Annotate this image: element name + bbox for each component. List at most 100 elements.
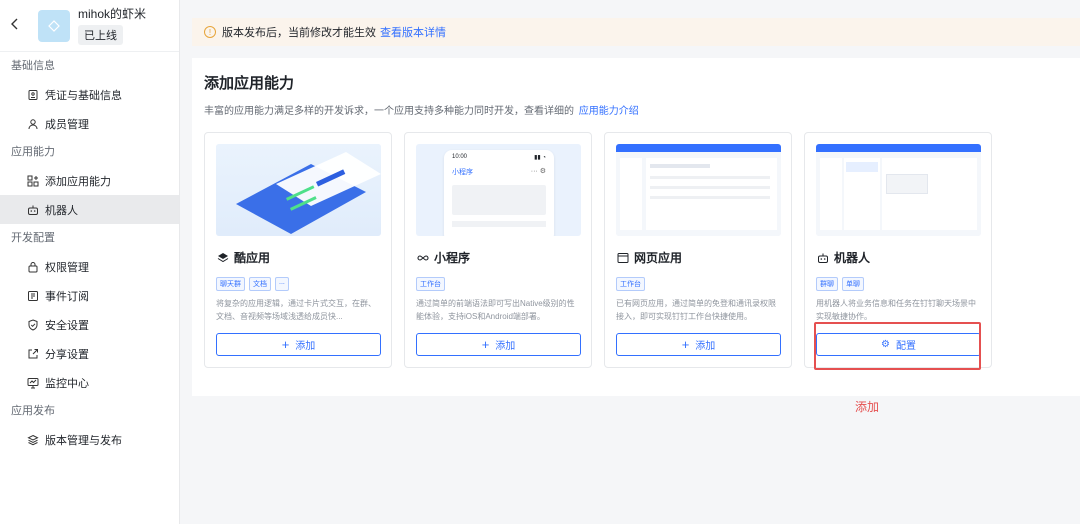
- annotation-text: 添加: [855, 400, 880, 414]
- card-thumbnail: 10:00 ▮▮ ◔ 小程序 ··· ⚙: [416, 144, 581, 236]
- main-content: ! 版本发布后，当前修改才能生效 查看版本详情 添加应用能力 丰富的应用能力满足…: [180, 0, 1080, 524]
- sidebar-item-label: 添加应用能力: [45, 175, 111, 188]
- tag: ...: [275, 277, 289, 291]
- chevron-left-icon: [11, 18, 18, 29]
- card-tags: 聊天群 文档 ...: [216, 277, 289, 291]
- sidebar-item-monitor[interactable]: 监控中心: [0, 368, 179, 397]
- signal-icon: ▮▮ ◔: [534, 155, 546, 161]
- nav-group-title: 应用发布: [11, 405, 55, 417]
- infinity-icon: [416, 251, 429, 264]
- phone-time: 10:00: [452, 154, 468, 160]
- tag: 聊天群: [216, 277, 245, 291]
- sidebar-item-label: 分享设置: [45, 348, 89, 361]
- gear-icon: ⚙: [881, 339, 890, 350]
- card-title: 机器人: [816, 249, 870, 266]
- card-title-text: 酷应用: [234, 251, 271, 265]
- app-logo-icon: [48, 19, 60, 32]
- sidebar-item-add-capability[interactable]: 添加应用能力: [0, 166, 179, 195]
- nav-group-title: 开发配置: [11, 232, 55, 244]
- card-title: 网页应用: [616, 249, 682, 266]
- tag: 单聊: [842, 277, 864, 291]
- notice-text: 版本发布后，当前修改才能生效: [222, 27, 376, 39]
- browser-icon: [616, 251, 629, 264]
- card-title: 酷应用: [216, 249, 270, 266]
- card-title-text: 机器人: [834, 251, 871, 265]
- status-badge: 已上线: [78, 25, 123, 45]
- capability-card-mini-program: 10:00 ▮▮ ◔ 小程序 ··· ⚙ 小程序 工作台 通过简单的前端语法即可写出…: [404, 132, 592, 368]
- sidebar-item-label: 监控中心: [45, 377, 89, 390]
- card-description: 用机器人将业务信息和任务在钉钉聊天场景中实现敏捷协作。: [816, 299, 976, 321]
- button-label: 添加: [495, 341, 516, 352]
- shield-icon: [26, 318, 39, 331]
- lock-icon: [26, 260, 39, 273]
- sidebar-item-members[interactable]: 成员管理: [0, 109, 179, 138]
- sidebar-item-label: 版本管理与发布: [45, 434, 122, 447]
- nav-group-capability: 应用能力 添加应用能力 机器人: [0, 138, 179, 224]
- sidebar-item-share[interactable]: 分享设置: [0, 339, 179, 368]
- more-icon: ··· ⚙: [530, 168, 546, 175]
- page-title: 添加应用能力: [204, 75, 295, 92]
- card-title-text: 网页应用: [634, 251, 683, 265]
- button-label: 添加: [295, 341, 316, 352]
- configure-robot-button[interactable]: ⚙ 配置: [816, 333, 981, 356]
- sidebar-item-label: 安全设置: [45, 319, 89, 332]
- card-description: 将复杂的应用逻辑，通过卡片式交互，在群、文档、音视频等场域浅透给成员快...: [216, 299, 376, 321]
- capability-panel: 添加应用能力 丰富的应用能力满足多样的开发诉求，一个应用支持多种能力同时开发，查…: [192, 58, 1080, 396]
- sidebar-item-label: 凭证与基础信息: [45, 89, 122, 102]
- sidebar-item-security[interactable]: 安全设置: [0, 310, 179, 339]
- tag: 工作台: [416, 277, 445, 291]
- capability-card-robot: 机器人 群聊 单聊 用机器人将业务信息和任务在钉钉聊天场景中实现敏捷协作。 ⚙ 配…: [804, 132, 992, 368]
- add-capability-icon: [26, 174, 39, 187]
- member-icon: [26, 117, 39, 130]
- app-header: mihok的虾米 已上线: [0, 0, 179, 52]
- sidebar-item-events[interactable]: 事件订阅: [0, 281, 179, 310]
- panel-description: 丰富的应用能力满足多样的开发诉求，一个应用支持多种能力同时开发，查看详细的 应用…: [204, 102, 639, 117]
- sidebar-item-versions[interactable]: 版本管理与发布: [0, 425, 179, 454]
- nav-group-basic: 基础信息 凭证与基础信息 成员管理: [0, 52, 179, 138]
- add-cool-app-button[interactable]: + 添加: [216, 333, 381, 356]
- tag: 工作台: [616, 277, 645, 291]
- cool-app-icon: [216, 251, 229, 264]
- tag: 群聊: [816, 277, 838, 291]
- card-tags: 工作台: [416, 277, 445, 291]
- capability-intro-link[interactable]: 应用能力介绍: [579, 106, 639, 117]
- robot-icon: [816, 251, 829, 264]
- monitor-icon: [26, 376, 39, 389]
- card-tags: 工作台: [616, 277, 645, 291]
- plus-icon: +: [281, 337, 290, 352]
- version-notice: ! 版本发布后，当前修改才能生效 查看版本详情: [192, 18, 1080, 46]
- phone-title: 小程序: [452, 169, 473, 176]
- plus-icon: +: [681, 337, 690, 352]
- panel-desc-text: 丰富的应用能力满足多样的开发诉求，一个应用支持多种能力同时开发，查看详细的: [204, 106, 574, 117]
- sidebar-item-label: 事件订阅: [45, 290, 89, 303]
- sidebar-item-label: 机器人: [45, 204, 78, 217]
- back-button[interactable]: [0, 17, 30, 35]
- version-detail-link[interactable]: 查看版本详情: [380, 24, 446, 40]
- capability-card-web-app: 网页应用 工作台 已有网页应用，通过简单的免登和通讯录权限接入，即可实现钉钉工作…: [604, 132, 792, 368]
- sidebar-item-label: 成员管理: [45, 118, 89, 131]
- card-description: 已有网页应用，通过简单的免登和通讯录权限接入，即可实现钉钉工作台快捷使用。: [616, 299, 776, 321]
- sidebar-item-label: 权限管理: [45, 261, 89, 274]
- card-tags: 群聊 单聊: [816, 277, 864, 291]
- nav-group-dev: 开发配置 权限管理 事件订阅 安全设置 分享设置 监控中心: [0, 224, 179, 397]
- sidebar-item-robot[interactable]: 机器人: [0, 195, 179, 224]
- capability-card-cool-app: 酷应用 聊天群 文档 ... 将复杂的应用逻辑，通过卡片式交互，在群、文档、音视…: [204, 132, 392, 368]
- plus-icon: +: [481, 337, 490, 352]
- sidebar-item-permissions[interactable]: 权限管理: [0, 252, 179, 281]
- card-title: 小程序: [416, 249, 470, 266]
- share-icon: [26, 347, 39, 360]
- tag: 文档: [249, 277, 271, 291]
- card-title-text: 小程序: [434, 251, 471, 265]
- app-avatar: [38, 9, 70, 42]
- nav-group-release: 应用发布 版本管理与发布: [0, 397, 179, 454]
- button-label: 添加: [695, 341, 716, 352]
- button-label: 配置: [895, 341, 916, 352]
- sidebar: mihok的虾米 已上线 基础信息 凭证与基础信息 成员管理 应用能力 添加应用…: [0, 0, 180, 524]
- card-thumbnail: [616, 144, 781, 236]
- credential-icon: [26, 88, 39, 101]
- add-mini-program-button[interactable]: + 添加: [416, 333, 581, 356]
- card-description: 通过简单的前端语法即可写出Native级别的性能体验，支持iOS和Android…: [416, 299, 575, 321]
- app-name: mihok的虾米: [78, 7, 147, 21]
- sidebar-item-credentials[interactable]: 凭证与基础信息: [0, 80, 179, 109]
- add-web-app-button[interactable]: + 添加: [616, 333, 781, 356]
